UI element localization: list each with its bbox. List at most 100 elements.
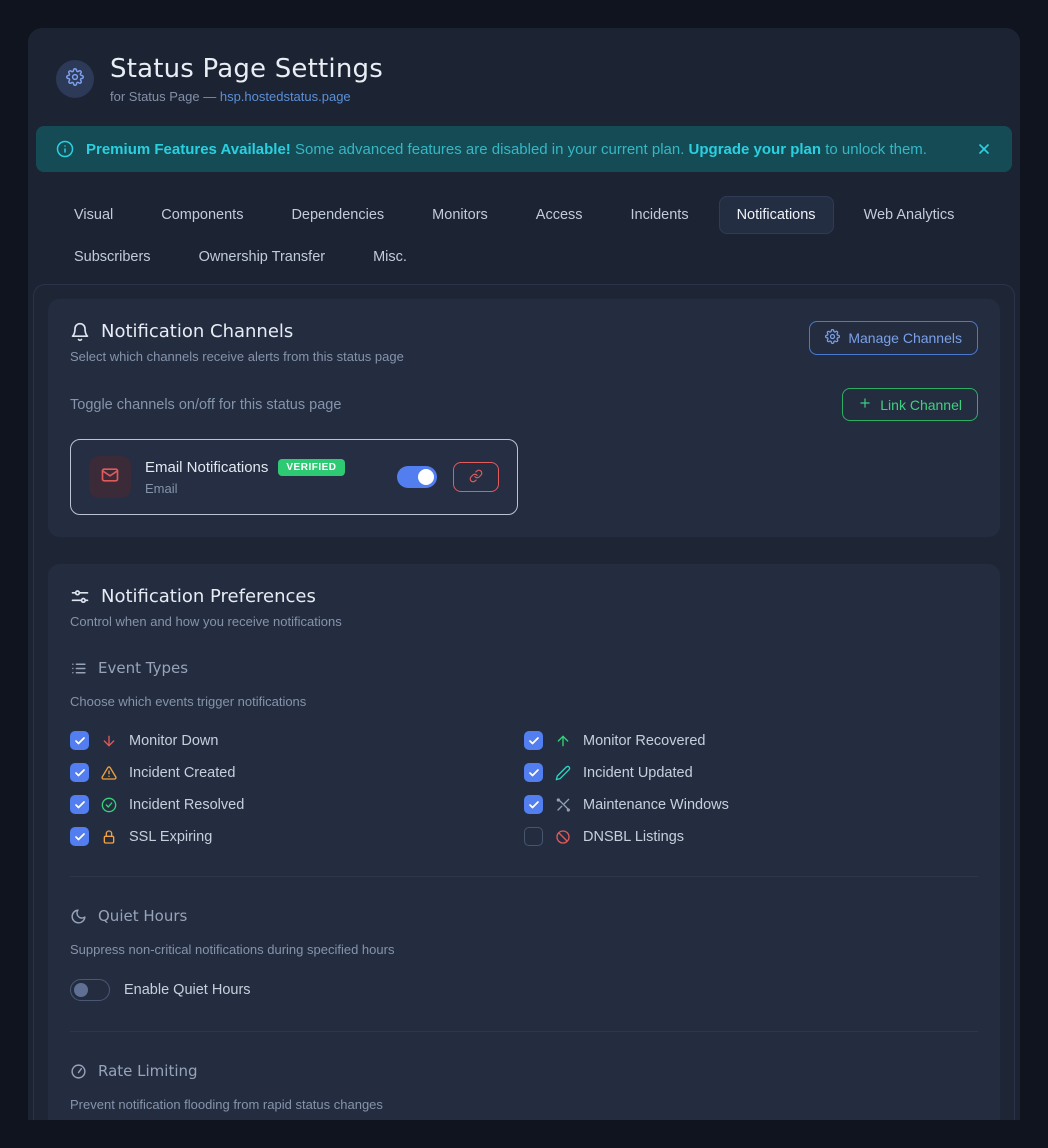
gauge-icon (70, 1063, 87, 1080)
tools-icon (555, 797, 571, 813)
envelope-icon (100, 465, 120, 490)
close-icon[interactable] (976, 141, 992, 157)
checkbox-checked[interactable] (70, 795, 89, 814)
channels-title: Notification Channels (101, 321, 293, 342)
gear-icon (66, 68, 84, 91)
event-incident-updated[interactable]: Incident Updated (524, 763, 978, 782)
section-divider (70, 1031, 978, 1032)
tab-misc[interactable]: Misc. (355, 238, 425, 276)
banner-text: Premium Features Available! Some advance… (86, 141, 964, 158)
checkbox-checked[interactable] (70, 731, 89, 750)
tab-dependencies[interactable]: Dependencies (273, 196, 402, 234)
event-label: Monitor Down (129, 733, 218, 749)
link-channel-label: Link Channel (880, 397, 962, 413)
event-types-grid: Monitor Down Monitor Recovered Incident … (70, 731, 978, 846)
checkbox-checked[interactable] (70, 763, 89, 782)
subtitle-prefix: for Status Page — (110, 89, 220, 104)
event-maintenance-windows[interactable]: Maintenance Windows (524, 795, 978, 814)
channel-name: Email Notifications (145, 459, 268, 476)
event-incident-created[interactable]: Incident Created (70, 763, 524, 782)
info-icon (56, 140, 74, 158)
unlink-channel-button[interactable] (453, 462, 499, 492)
preferences-subtitle: Control when and how you receive notific… (70, 614, 978, 629)
email-channel-toggle[interactable] (397, 466, 437, 488)
channel-info: Email Notifications VERIFIED Email (145, 459, 345, 496)
pencil-icon (555, 765, 571, 781)
rate-limiting-heading: Rate Limiting (70, 1062, 978, 1080)
tab-monitors[interactable]: Monitors (414, 196, 506, 234)
checkbox-unchecked[interactable] (524, 827, 543, 846)
rate-limiting-title: Rate Limiting (98, 1062, 198, 1080)
status-page-link[interactable]: hsp.hostedstatus.page (220, 89, 351, 104)
event-monitor-down[interactable]: Monitor Down (70, 731, 524, 750)
checkbox-checked[interactable] (70, 827, 89, 846)
tab-access[interactable]: Access (518, 196, 601, 234)
event-label: Incident Created (129, 765, 235, 781)
event-types-title: Event Types (98, 659, 188, 677)
quiet-hours-row: Enable Quiet Hours (70, 979, 978, 1001)
section-divider (70, 876, 978, 877)
link-channel-button[interactable]: Link Channel (842, 388, 978, 421)
channels-subtitle: Select which channels receive alerts fro… (70, 349, 404, 364)
tab-content: Notification Channels Select which chann… (33, 284, 1015, 1120)
manage-channels-label: Manage Channels (848, 330, 962, 346)
preferences-title: Notification Preferences (101, 586, 316, 607)
gear-avatar (56, 60, 94, 98)
tab-visual[interactable]: Visual (56, 196, 131, 234)
plus-icon (858, 396, 872, 413)
checkbox-checked[interactable] (524, 795, 543, 814)
channels-heading-block: Notification Channels Select which chann… (70, 321, 404, 364)
upgrade-plan-link[interactable]: Upgrade your plan (689, 141, 822, 158)
list-icon (70, 660, 87, 677)
tab-web-analytics[interactable]: Web Analytics (846, 196, 973, 234)
toggle-knob (418, 469, 434, 485)
checkbox-checked[interactable] (524, 731, 543, 750)
tab-ownership-transfer[interactable]: Ownership Transfer (181, 238, 344, 276)
toggle-knob (74, 983, 88, 997)
banner-suffix: to unlock them. (821, 141, 927, 158)
event-dnsbl-listings[interactable]: DNSBL Listings (524, 827, 978, 846)
tab-components[interactable]: Components (143, 196, 261, 234)
arrow-up-icon (555, 733, 571, 749)
ban-icon (555, 829, 571, 845)
event-types-subtitle: Choose which events trigger notification… (70, 694, 978, 709)
banner-bold: Premium Features Available! (86, 141, 291, 158)
moon-icon (70, 908, 87, 925)
channel-type: Email (145, 481, 345, 496)
gear-icon (825, 329, 840, 347)
event-ssl-expiring[interactable]: SSL Expiring (70, 827, 524, 846)
quiet-hours-title: Quiet Hours (98, 907, 187, 925)
verified-badge: VERIFIED (278, 459, 344, 476)
event-label: Incident Updated (583, 765, 693, 781)
event-monitor-recovered[interactable]: Monitor Recovered (524, 731, 978, 750)
event-incident-resolved[interactable]: Incident Resolved (70, 795, 524, 814)
quiet-hours-toggle[interactable] (70, 979, 110, 1001)
link-icon (469, 469, 483, 486)
channels-toolbar: Toggle channels on/off for this status p… (70, 388, 978, 421)
event-label: Incident Resolved (129, 797, 244, 813)
settings-panel: Status Page Settings for Status Page — h… (28, 28, 1020, 1120)
sliders-icon (70, 587, 90, 607)
tab-subscribers[interactable]: Subscribers (56, 238, 169, 276)
page-header: Status Page Settings for Status Page — h… (28, 54, 1020, 104)
event-label: SSL Expiring (129, 829, 212, 845)
checkbox-checked[interactable] (524, 763, 543, 782)
lock-icon (101, 829, 117, 845)
event-label: Monitor Recovered (583, 733, 706, 749)
rate-limiting-subtitle: Prevent notification flooding from rapid… (70, 1097, 978, 1112)
preferences-title-row: Notification Preferences (70, 586, 978, 607)
channels-header: Notification Channels Select which chann… (70, 321, 978, 364)
check-circle-icon (101, 797, 117, 813)
event-types-heading: Event Types (70, 659, 978, 677)
tab-incidents[interactable]: Incidents (613, 196, 707, 234)
quiet-hours-subtitle: Suppress non-critical notifications duri… (70, 942, 978, 957)
toggle-hint: Toggle channels on/off for this status p… (70, 397, 341, 413)
tab-notifications[interactable]: Notifications (719, 196, 834, 234)
email-channel-card: Email Notifications VERIFIED Email (70, 439, 518, 515)
event-label: DNSBL Listings (583, 829, 684, 845)
quiet-hours-toggle-label: Enable Quiet Hours (124, 982, 251, 998)
settings-tabs: Visual Components Dependencies Monitors … (56, 196, 992, 276)
manage-channels-button[interactable]: Manage Channels (809, 321, 978, 355)
page-title: Status Page Settings (110, 54, 383, 84)
channel-icon-box (89, 456, 131, 498)
